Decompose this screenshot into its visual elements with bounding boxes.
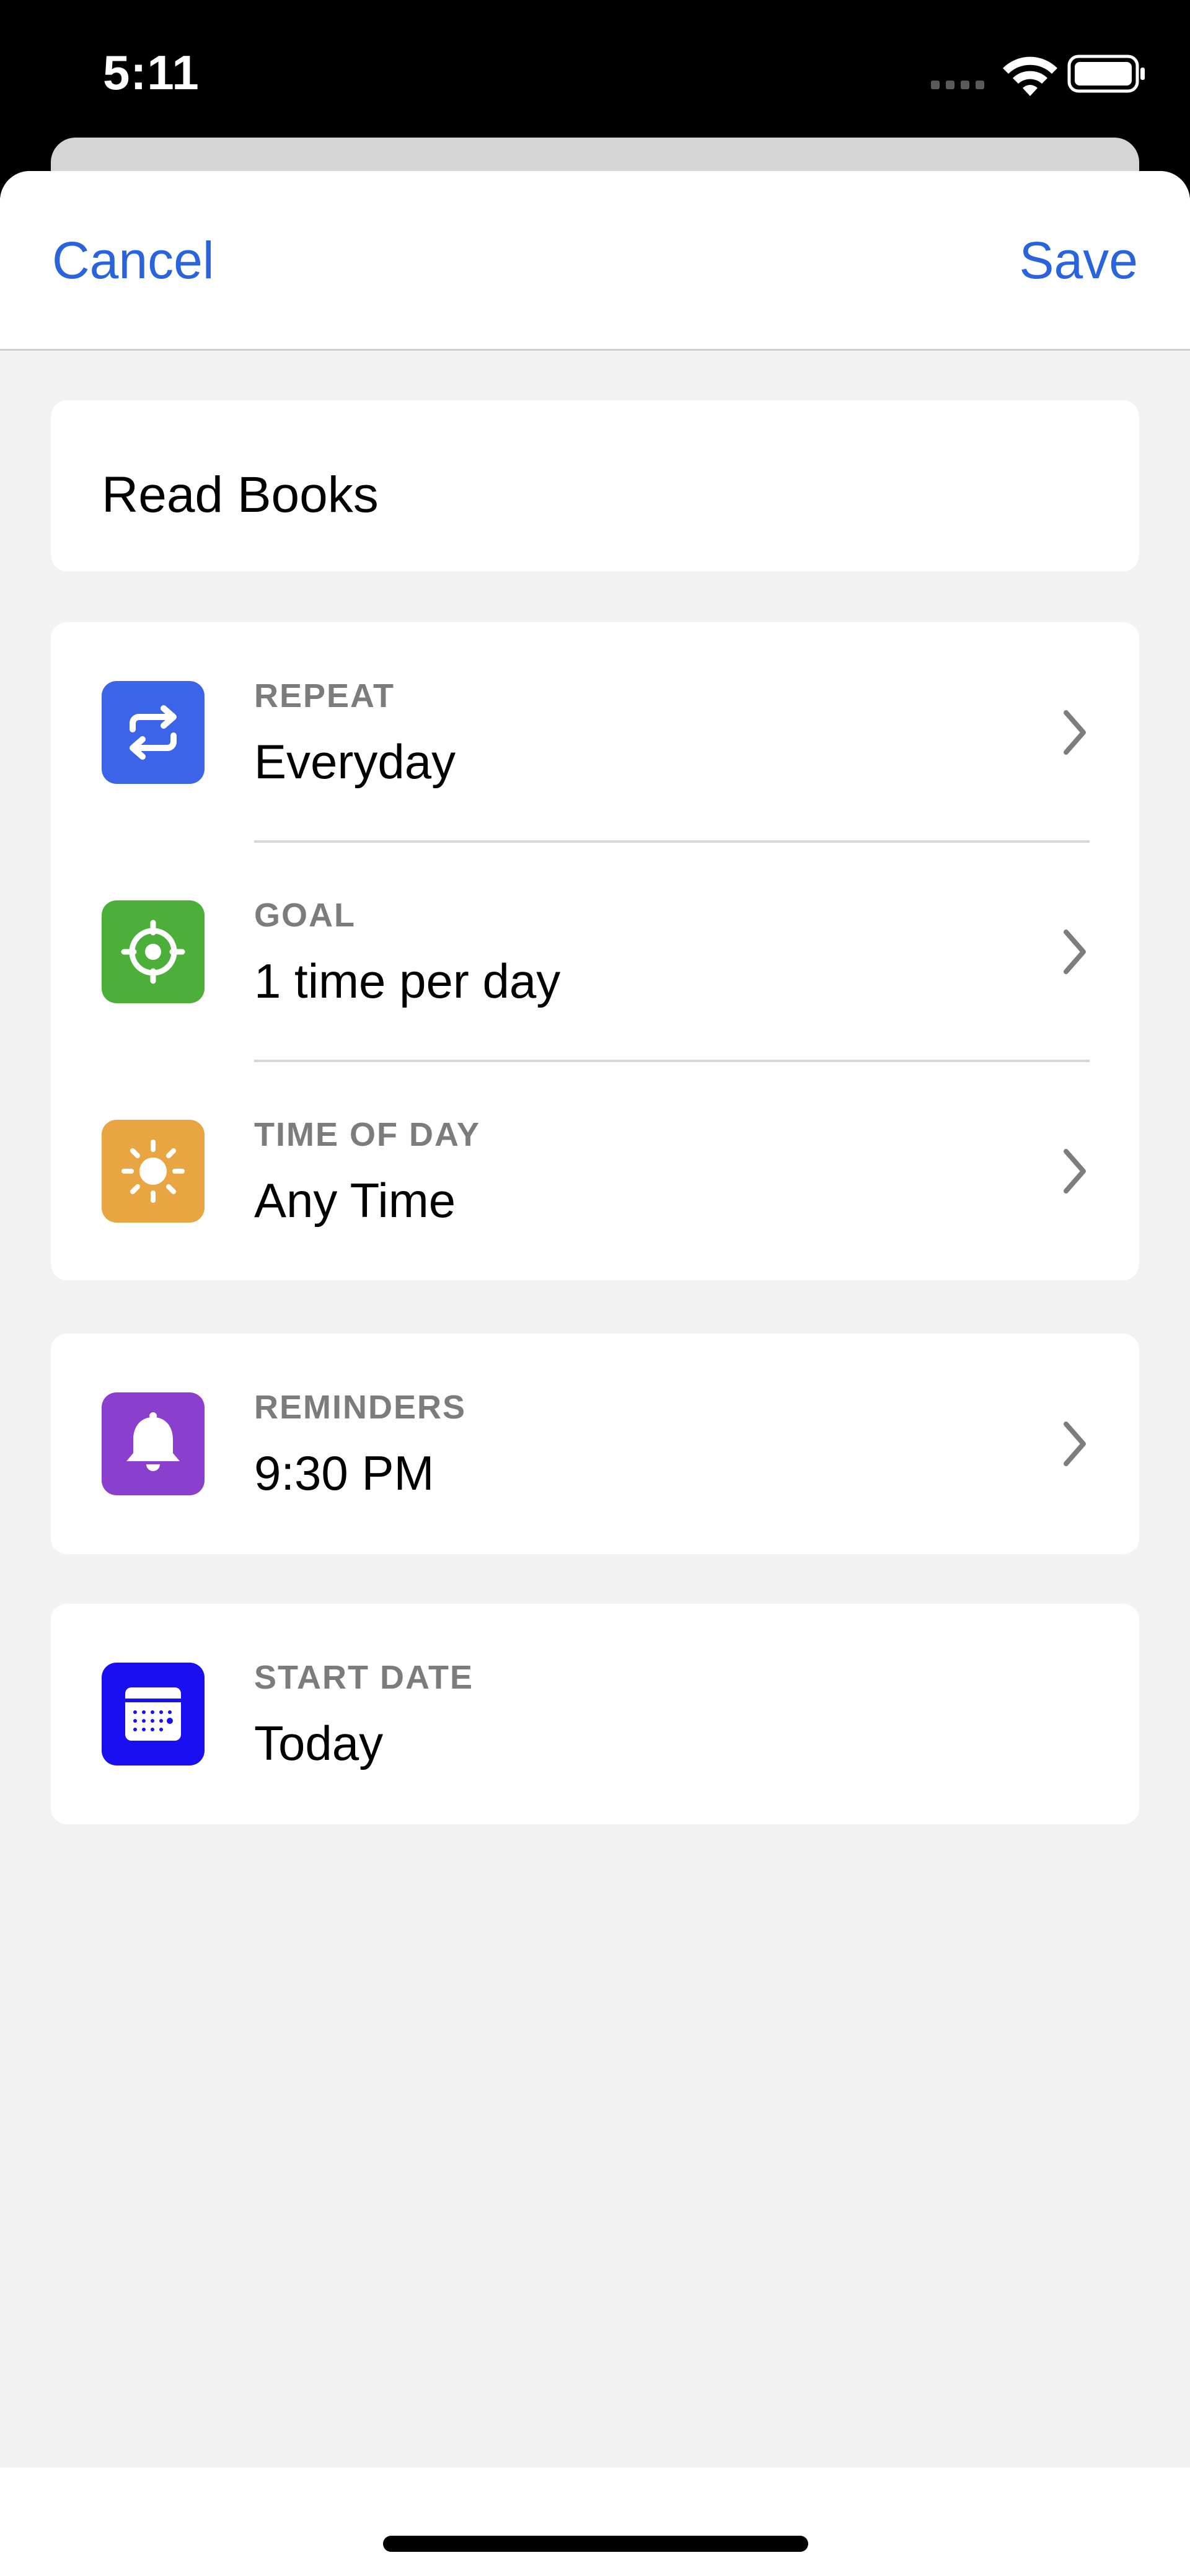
goal-row[interactable]: GOAL 1 time per day — [51, 842, 1139, 1062]
target-icon — [102, 900, 205, 1003]
repeat-row[interactable]: REPEAT Everyday — [51, 622, 1139, 843]
time-of-day-value: Any Time — [254, 1173, 456, 1228]
start-date-row[interactable]: START DATE Today — [51, 1604, 1139, 1824]
reminders-row[interactable]: REMINDERS 9:30 PM — [51, 1334, 1139, 1554]
edit-habit-sheet: Cancel Save Read Books REPEAT Everyday G… — [0, 171, 1190, 2576]
chevron-right-icon — [1064, 1149, 1086, 1193]
time-of-day-row[interactable]: TIME OF DAY Any Time — [51, 1061, 1139, 1281]
start-date-value: Today — [254, 1716, 384, 1770]
wifi-icon — [1003, 56, 1057, 96]
sun-icon — [102, 1120, 205, 1223]
cancel-button[interactable]: Cancel — [52, 231, 214, 291]
habit-name-field[interactable]: Read Books — [102, 466, 379, 524]
save-button[interactable]: Save — [1020, 231, 1138, 291]
bell-icon — [102, 1392, 205, 1495]
time-of-day-label: TIME OF DAY — [254, 1116, 481, 1153]
habit-name-card[interactable]: Read Books — [51, 400, 1139, 571]
reminders-label: REMINDERS — [254, 1389, 467, 1426]
home-indicator[interactable] — [383, 2536, 808, 2552]
chevron-right-icon — [1064, 710, 1086, 755]
goal-label: GOAL — [254, 897, 356, 934]
chevron-right-icon — [1064, 1422, 1086, 1466]
start-date-card: START DATE Today — [51, 1604, 1139, 1824]
home-indicator-area — [0, 2468, 1190, 2576]
signal-icon — [931, 81, 984, 89]
goal-value: 1 time per day — [254, 954, 561, 1008]
reminders-value: 9:30 PM — [254, 1446, 434, 1500]
start-date-label: START DATE — [254, 1659, 474, 1696]
repeat-label: REPEAT — [254, 677, 395, 714]
repeat-value: Everyday — [254, 734, 456, 789]
reminders-card: REMINDERS 9:30 PM — [51, 1334, 1139, 1554]
status-time: 5:11 — [103, 45, 200, 100]
schedule-card: REPEAT Everyday GOAL 1 time per day TIME… — [51, 622, 1139, 1280]
status-bar: 5:11 — [0, 0, 1190, 136]
chevron-right-icon — [1064, 930, 1086, 974]
repeat-icon — [102, 681, 205, 784]
battery-icon — [1067, 55, 1145, 93]
navigation-bar: Cancel Save — [0, 171, 1190, 351]
calendar-icon — [102, 1663, 205, 1765]
